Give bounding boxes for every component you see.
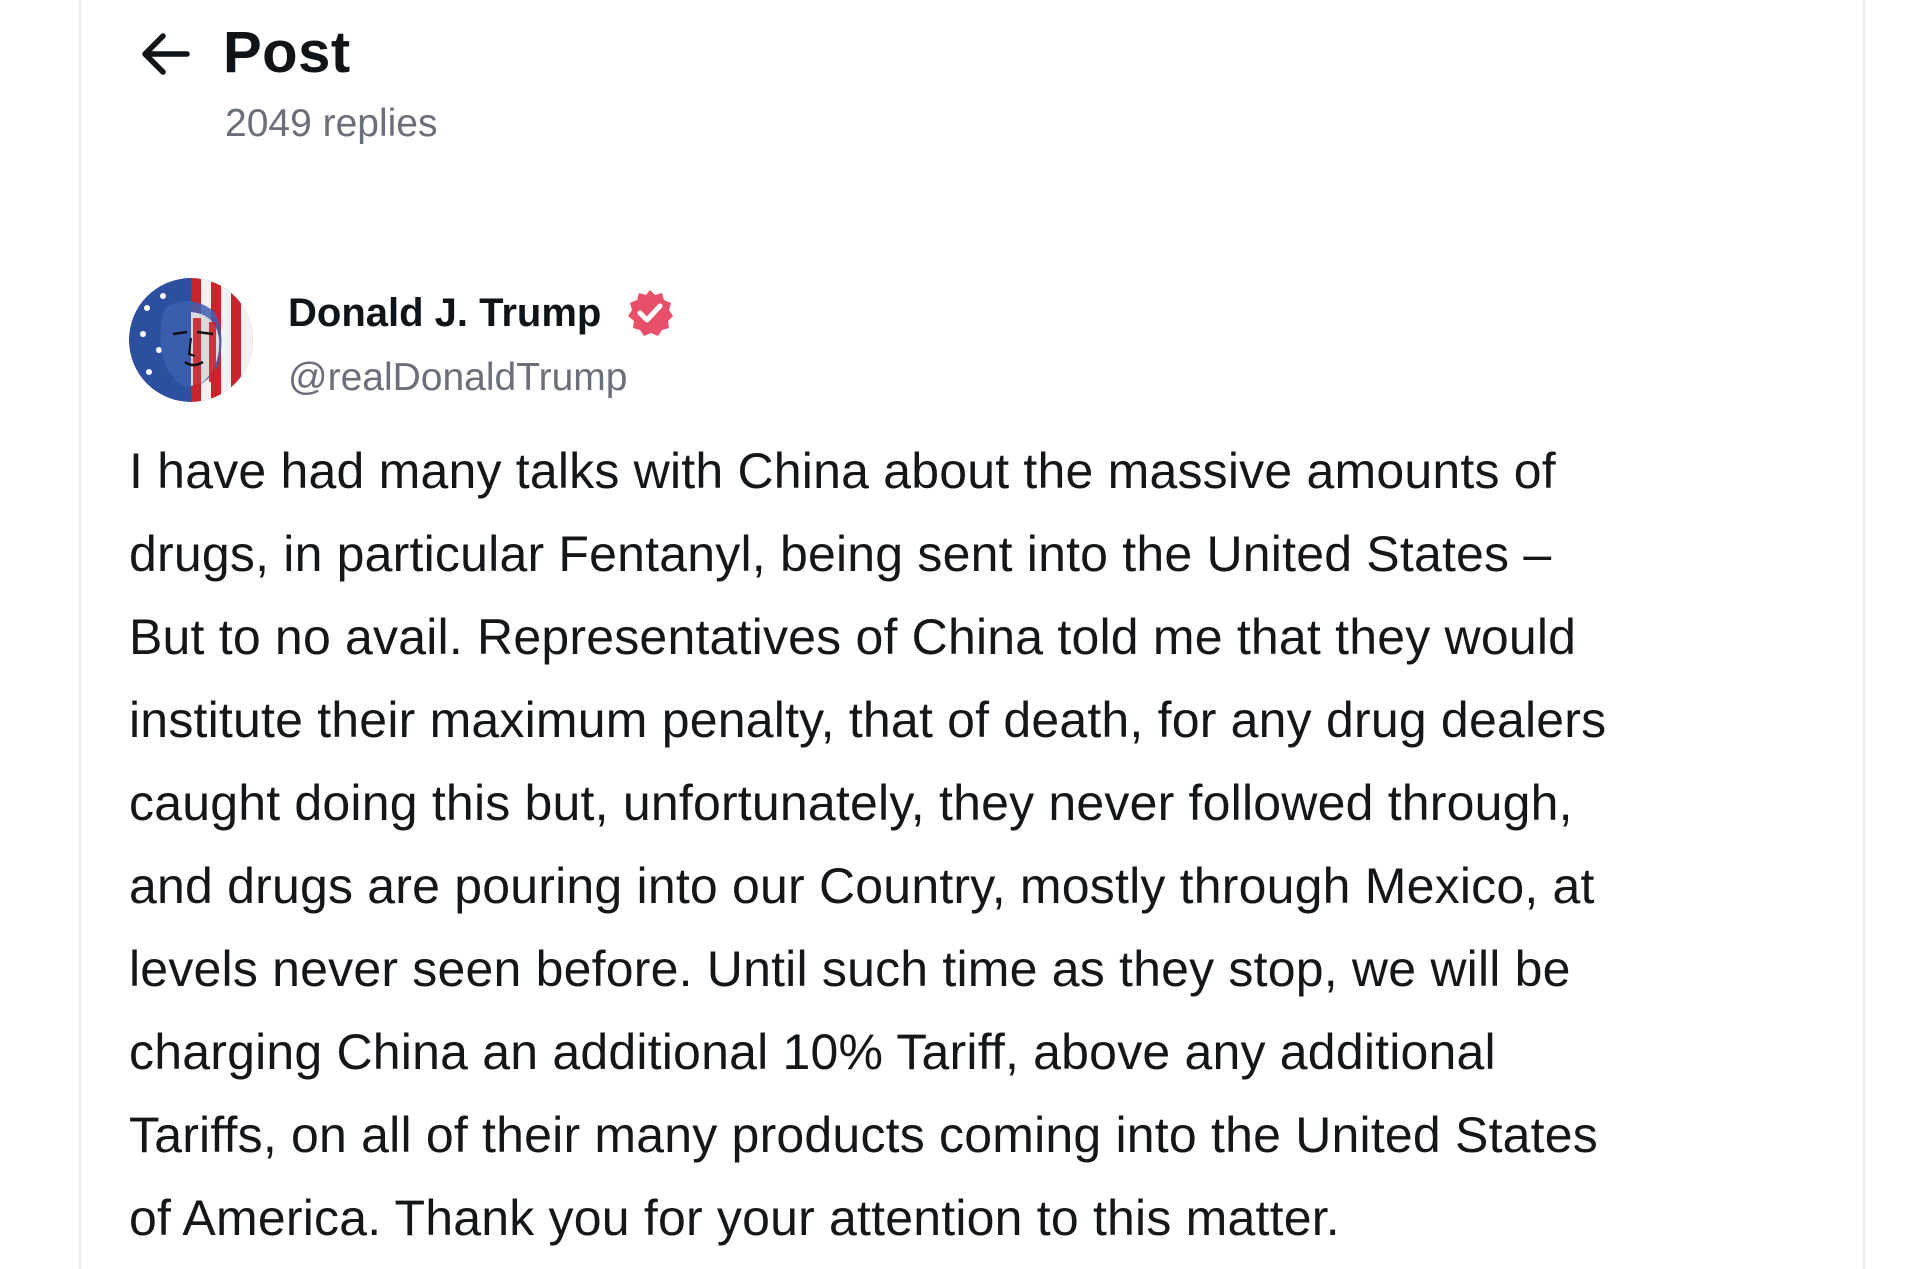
avatar[interactable] <box>129 278 253 402</box>
post-body-line: institute their maximum penalty, that of… <box>129 692 1607 748</box>
post-body-line: charging China an additional 10% Tariff,… <box>129 1024 1496 1080</box>
post-body-line: and drugs are pouring into our Country, … <box>129 858 1595 914</box>
post-detail-panel: Post 2049 replies Donald J. Trump @realD… <box>79 0 1865 1269</box>
post-body-line: Tariffs, on all of their many products c… <box>129 1107 1598 1163</box>
post-body-line: I have had many talks with China about t… <box>129 443 1556 499</box>
post-header: Post 2049 replies <box>81 0 1863 180</box>
post-body-line: caught doing this but, unfortunately, th… <box>129 775 1573 831</box>
author-name[interactable]: Donald J. Trump <box>288 288 601 338</box>
reply-count: 2049 replies <box>225 102 438 145</box>
post-body-line: levels never seen before. Until such tim… <box>129 941 1571 997</box>
post-body-line: of America. Thank you for your attention… <box>129 1190 1340 1246</box>
user-avatar-image <box>129 278 253 402</box>
page-title: Post <box>223 20 351 85</box>
post-body: I have had many talks with China about t… <box>129 430 1849 1260</box>
author-handle[interactable]: @realDonaldTrump <box>288 354 627 402</box>
post-body-line: But to no avail. Representatives of Chin… <box>129 609 1577 665</box>
verified-badge-icon <box>625 288 675 338</box>
post-body-line: drugs, in particular Fentanyl, being sen… <box>129 526 1552 582</box>
back-button[interactable] <box>135 24 195 84</box>
arrow-left-icon <box>142 33 190 75</box>
